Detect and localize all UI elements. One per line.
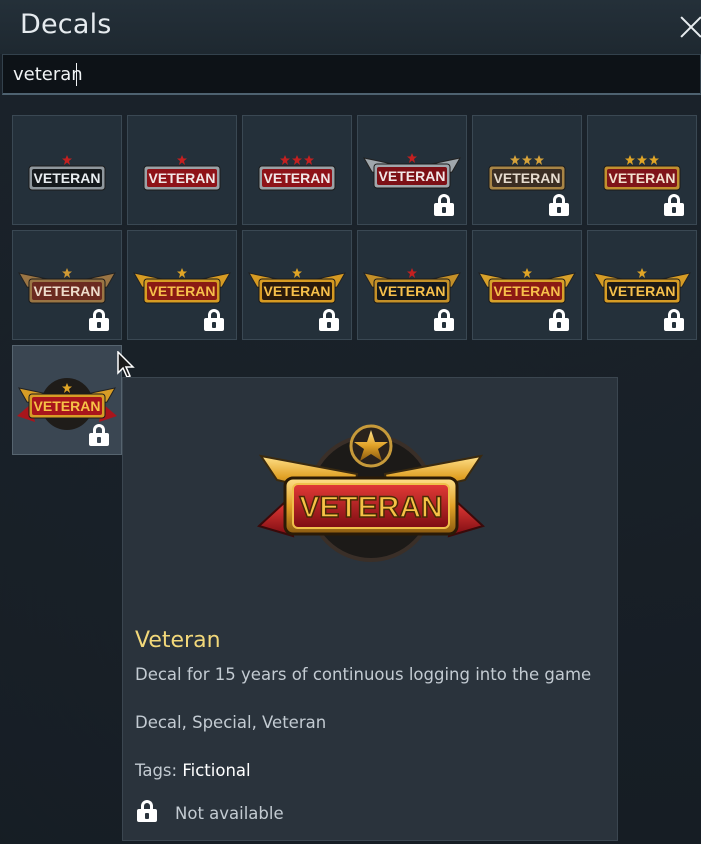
decal-label: VETERAN [379,168,446,184]
decal-tile[interactable]: VETERAN [242,115,352,225]
decal-tile[interactable]: VETERAN [357,230,467,340]
decal-tile[interactable]: VETERAN [12,230,122,340]
decal-label: VETERAN [149,170,216,186]
decal-tile[interactable]: VETERAN [587,115,697,225]
decal-description: Decal for 15 years of continuous logging… [135,665,592,684]
decal-tile[interactable]: VETERAN [472,115,582,225]
decal-label: VETERAN [264,170,331,186]
decal-image: VETERAN [28,155,106,191]
window-title: Decals [20,9,112,40]
decals-window: Decals VETERAN VETERAN VETERAN VETERAN VETER… [0,0,701,844]
lock-icon [549,194,569,216]
decal-image: VETERAN [143,155,221,191]
tags-label: Tags: [135,761,178,780]
lock-icon [89,309,109,331]
decal-label: VETERAN [264,283,331,299]
lock-icon [434,309,454,331]
decal-image: VETERAN [258,155,336,191]
decal-preview-image: VETERAN [257,424,485,562]
text-caret [76,63,77,86]
lock-icon [664,309,684,331]
availability-status: Not available [135,798,435,828]
decal-label: VETERAN [379,283,446,299]
decal-categories: Decal, Special, Veteran [135,713,327,732]
decal-label: VETERAN [609,170,676,186]
decal-label: VETERAN [34,398,101,414]
decal-label: VETERAN [34,170,101,186]
decal-label: VETERAN [609,283,676,299]
decal-tile[interactable]: VETERAN [587,230,697,340]
status-text: Not available [175,804,284,823]
tags-value: Fictional [182,761,251,780]
decal-label: VETERAN [34,283,101,299]
decal-label: VETERAN [149,283,216,299]
decal-tile[interactable]: VETERAN [357,115,467,225]
decal-tile[interactable]: VETERAN [127,115,237,225]
search-input[interactable] [2,54,701,95]
lock-icon [89,424,109,446]
decal-tile[interactable]: VETERAN [12,115,122,225]
decal-tile[interactable]: VETERAN [242,230,352,340]
lock-icon [137,800,157,822]
decal-label: VETERAN [494,170,561,186]
mouse-pointer-icon [117,351,135,378]
decal-tile[interactable]: VETERAN [12,345,122,455]
title-bar: Decals [0,0,701,54]
decal-name: Veteran [135,628,221,653]
decal-preview-label: VETERAN [299,491,442,524]
decal-tile[interactable]: VETERAN [472,230,582,340]
lock-icon [434,194,454,216]
decal-label: VETERAN [494,283,561,299]
decal-tags: Tags: Fictional [135,761,251,780]
decal-tooltip: VETERAN Veteran Decal for 15 years of co… [122,377,618,841]
lock-icon [549,309,569,331]
lock-icon [319,309,339,331]
close-icon[interactable] [672,8,701,46]
lock-icon [204,309,224,331]
decal-tile[interactable]: VETERAN [127,230,237,340]
lock-icon [664,194,684,216]
